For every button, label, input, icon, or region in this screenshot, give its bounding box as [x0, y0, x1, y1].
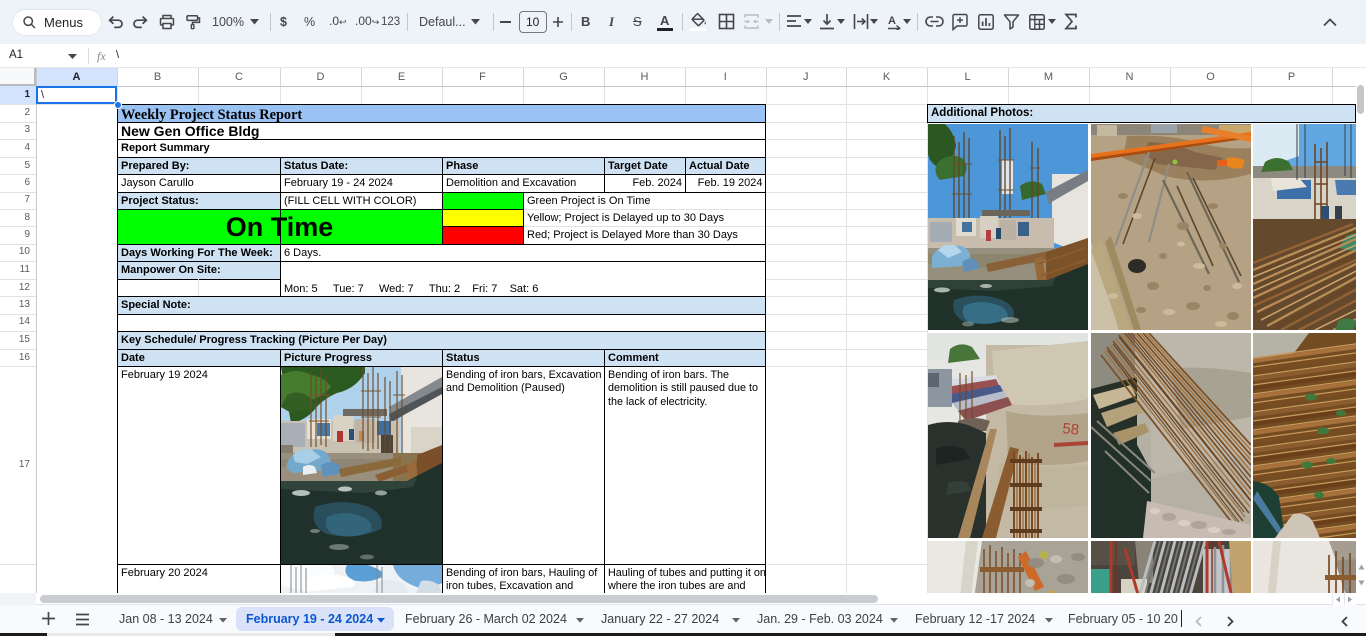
- svg-text:58: 58: [1062, 420, 1080, 439]
